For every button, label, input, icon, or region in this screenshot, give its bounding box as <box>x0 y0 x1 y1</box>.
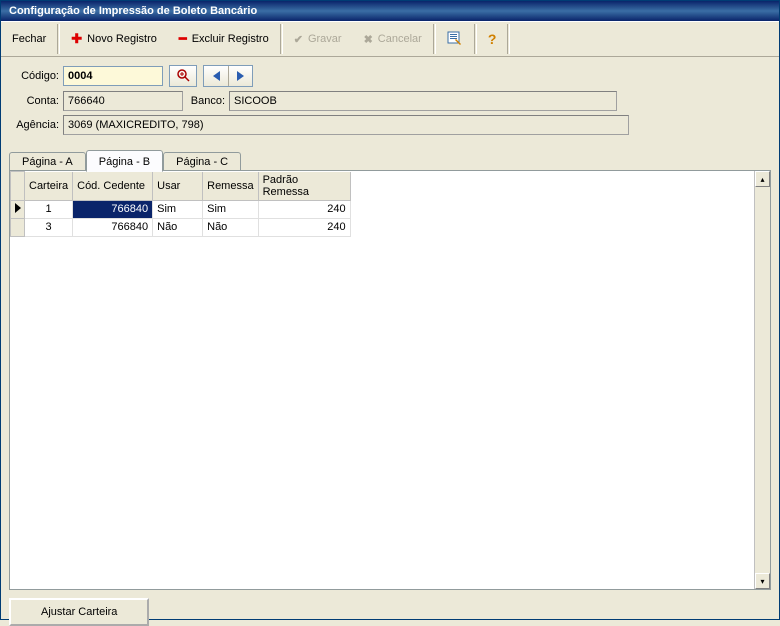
check-icon: ✔ <box>294 33 303 46</box>
cell-padrao-remessa[interactable]: 240 <box>258 200 350 218</box>
nav-group <box>203 65 253 87</box>
cell-usar[interactable]: Não <box>153 218 203 236</box>
chevron-up-icon: ▴ <box>760 175 764 184</box>
agencia-field: 3069 (MAXICREDITO, 798) <box>63 115 629 135</box>
cancel-button: ✖ Cancelar <box>353 22 433 56</box>
cancel-label: Cancelar <box>378 33 422 45</box>
cell-cod-cedente[interactable]: 766840 <box>73 218 153 236</box>
close-button[interactable]: Fechar <box>1 22 57 56</box>
cell-remessa[interactable]: Sim <box>203 200 258 218</box>
tab-panel: Carteira Cód. Cedente Usar Remessa Padrã… <box>9 170 771 590</box>
save-button: ✔ Gravar <box>283 22 353 56</box>
banco-field: SICOOB <box>229 91 617 111</box>
minus-icon: ━ <box>179 31 187 47</box>
vertical-scrollbar[interactable]: ▴ ▾ <box>754 171 770 589</box>
agencia-label: Agência: <box>11 119 63 131</box>
rowhead-header <box>11 172 25 201</box>
save-label: Gravar <box>308 33 342 45</box>
cell-remessa[interactable]: Não <box>203 218 258 236</box>
col-carteira[interactable]: Carteira <box>25 172 73 201</box>
banco-label: Banco: <box>183 95 229 107</box>
separator <box>507 24 510 54</box>
lookup-button[interactable] <box>169 65 197 87</box>
row-indicator <box>11 200 25 218</box>
chevron-left-icon <box>213 71 220 81</box>
plus-icon: ✚ <box>71 31 82 47</box>
cell-cod-cedente[interactable]: 766840 <box>73 200 153 218</box>
tab-pagina-c[interactable]: Página - C <box>163 152 241 171</box>
next-button[interactable] <box>228 66 252 86</box>
cell-usar[interactable]: Sim <box>153 200 203 218</box>
footer: Ajustar Carteira <box>9 598 771 626</box>
cell-carteira[interactable]: 3 <box>25 218 73 236</box>
close-label: Fechar <box>12 33 46 45</box>
conta-field: 766640 <box>63 91 183 111</box>
codigo-input[interactable] <box>63 66 163 86</box>
scroll-track[interactable] <box>755 187 770 573</box>
cell-padrao-remessa[interactable]: 240 <box>258 218 350 236</box>
chevron-right-icon <box>237 71 244 81</box>
conta-label: Conta: <box>11 95 63 107</box>
tab-pagina-b[interactable]: Página - B <box>86 150 163 172</box>
carteira-grid[interactable]: Carteira Cód. Cedente Usar Remessa Padrã… <box>10 171 351 237</box>
window-title: Configuração de Impressão de Boleto Banc… <box>1 1 779 21</box>
form-area: Código: Conta: 766640 Banco: SICOOB Agên… <box>1 57 779 143</box>
table-row[interactable]: 3 766840 Não Não 240 <box>11 218 351 236</box>
row-indicator <box>11 218 25 236</box>
delete-record-label: Excluir Registro <box>192 33 269 45</box>
chevron-down-icon: ▾ <box>760 577 764 586</box>
toolbar: Fechar ✚ Novo Registro ━ Excluir Registr… <box>1 21 779 57</box>
new-record-label: Novo Registro <box>87 33 157 45</box>
col-usar[interactable]: Usar <box>153 172 203 201</box>
tab-pagina-a[interactable]: Página - A <box>9 152 86 171</box>
config-button[interactable] <box>436 22 474 56</box>
table-row[interactable]: 1 766840 Sim Sim 240 <box>11 200 351 218</box>
grid-header-row: Carteira Cód. Cedente Usar Remessa Padrã… <box>11 172 351 201</box>
col-cod-cedente[interactable]: Cód. Cedente <box>73 172 153 201</box>
pointer-icon <box>15 203 21 213</box>
ajustar-carteira-button[interactable]: Ajustar Carteira <box>9 598 149 626</box>
delete-record-button[interactable]: ━ Excluir Registro <box>168 22 280 56</box>
help-icon: ? <box>488 31 497 47</box>
tab-strip: Página - A Página - B Página - C <box>1 143 779 170</box>
x-icon: ✖ <box>364 33 373 46</box>
scroll-up-button[interactable]: ▴ <box>755 171 770 187</box>
config-icon <box>447 30 463 49</box>
prev-button[interactable] <box>204 66 228 86</box>
scroll-down-button[interactable]: ▾ <box>755 573 770 589</box>
new-record-button[interactable]: ✚ Novo Registro <box>60 22 168 56</box>
codigo-label: Código: <box>11 70 63 82</box>
col-remessa[interactable]: Remessa <box>203 172 258 201</box>
help-button[interactable]: ? <box>477 22 508 56</box>
cell-carteira[interactable]: 1 <box>25 200 73 218</box>
magnifier-icon <box>176 68 190 85</box>
col-padrao-remessa[interactable]: Padrão Remessa <box>258 172 350 201</box>
